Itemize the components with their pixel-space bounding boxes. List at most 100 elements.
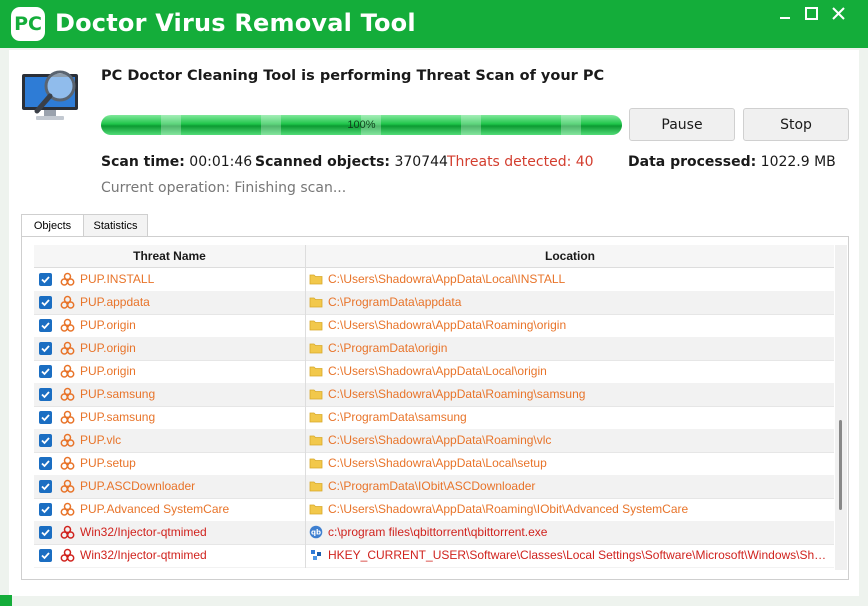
current-operation: Current operation: Finishing scan... [101,180,346,196]
biohazard-icon [60,341,75,356]
vertical-scrollbar[interactable] [835,245,847,570]
threat-location: c:\program files\qbittorrent\qbittorrent… [328,525,548,539]
table-header: Threat Name Location [34,245,834,268]
biohazard-icon [60,318,75,333]
table-row[interactable]: PUP.origin C:\Users\Shadowra\AppData\Roam… [34,314,834,338]
folder-icon [309,318,323,332]
biohazard-icon [60,548,75,563]
row-checkbox[interactable] [39,365,52,378]
column-divider [305,521,306,544]
threat-location: C:\Users\Shadowra\AppData\Local\setup [328,456,547,470]
threat-location: HKEY_CURRENT_USER\Software\Classes\Local… [328,548,828,562]
folder-icon [309,341,323,355]
column-divider [305,268,306,291]
scanned-objects: Scanned objects: 370744 [255,154,448,170]
table-row[interactable]: PUP.samsung C:\ProgramData\samsung [34,406,834,430]
row-checkbox[interactable] [39,296,52,309]
table-row[interactable]: PUP.samsung C:\Users\Shadowra\AppData\Roa… [34,383,834,407]
current-operation-value: Finishing scan... [234,180,347,196]
row-checkbox[interactable] [39,319,52,332]
biohazard-icon [60,364,75,379]
scan-time-value: 00:01:46 [189,154,253,170]
biohazard-icon [60,456,75,471]
minimize-icon[interactable] [776,4,796,24]
table-row[interactable]: PUP.origin C:\ProgramData\origin [34,337,834,361]
column-divider [305,544,306,567]
table-row[interactable]: PUP.setup C:\Users\Shadowra\AppData\Local… [34,452,834,476]
row-checkbox[interactable] [39,457,52,470]
threat-location: C:\Users\Shadowra\AppData\Roaming\samsun… [328,387,586,401]
column-threat-name[interactable]: Threat Name [34,245,305,267]
table-row[interactable]: PUP.origin C:\Users\Shadowra\AppData\Loca… [34,360,834,384]
biohazard-icon [60,295,75,310]
threat-name: PUP.appdata [80,295,150,309]
maximize-icon[interactable] [802,4,822,24]
threat-location: C:\ProgramData\appdata [328,295,462,309]
threat-name: PUP.samsung [80,410,156,424]
biohazard-icon [60,410,75,425]
threat-name: PUP.ASCDownloader [80,479,196,493]
registry-icon [309,548,323,562]
row-checkbox[interactable] [39,411,52,424]
folder-icon [309,364,323,378]
folder-icon [309,456,323,470]
row-checkbox[interactable] [39,342,52,355]
scan-progress-bar: 100% [101,115,622,135]
threat-name: PUP.vlc [80,433,122,447]
row-checkbox[interactable] [39,549,52,562]
scrollbar-thumb[interactable] [839,420,842,510]
biohazard-icon [60,479,75,494]
data-processed-value: 1022.9 MB [760,154,836,170]
column-location[interactable]: Location [306,245,834,267]
table-row[interactable]: PUP.Advanced SystemCare C:\Users\Shadowra… [34,498,834,522]
threat-name: PUP.origin [80,318,136,332]
threat-name: PUP.samsung [80,387,156,401]
threat-name: Win32/Injector-qtmimed [80,525,207,539]
column-divider [305,314,306,337]
row-checkbox[interactable] [39,503,52,516]
table-row[interactable]: PUP.vlc C:\Users\Shadowra\AppData\Roaming… [34,429,834,453]
scan-time-label: Scan time: [101,154,185,170]
biohazard-icon [60,272,75,287]
threat-location: C:\Users\Shadowra\AppData\Roaming\origin [328,318,567,332]
scan-time: Scan time: 00:01:46 [101,154,252,170]
column-divider [305,498,306,521]
row-checkbox[interactable] [39,388,52,401]
threat-name: PUP.origin [80,341,136,355]
pause-button[interactable]: Pause [629,108,735,141]
threats-detected: Threats detected: 40 [447,154,594,170]
table-row[interactable]: Win32/Injector-qtmimed qb c:\program files… [34,521,834,545]
current-operation-label: Current operation: [101,180,230,196]
biohazard-icon [60,387,75,402]
folder-icon [309,433,323,447]
threat-name: PUP.setup [80,456,136,470]
stop-button[interactable]: Stop [743,108,849,141]
table-row[interactable]: Win32/Injector-qtmimed HKEY_CURRENT_USER\… [34,544,834,568]
table-row[interactable]: Win32/Injector-qtmimed HKEY_CURRENT_USER\… [34,567,834,568]
tab-statistics[interactable]: Statistics [83,214,148,238]
column-divider [305,567,306,568]
row-checkbox[interactable] [39,434,52,447]
row-checkbox[interactable] [39,480,52,493]
folder-icon [309,272,323,286]
scanned-objects-value: 370744 [394,154,448,170]
threat-location: C:\ProgramData\IObit\ASCDownloader [328,479,536,493]
column-divider [305,291,306,314]
table-row[interactable]: PUP.INSTALL C:\Users\Shadowra\AppData\Loc… [34,268,834,292]
threat-name: PUP.Advanced SystemCare [80,502,230,516]
column-divider [305,383,306,406]
close-icon[interactable] [829,4,849,24]
column-divider [305,429,306,452]
svg-text:qb: qb [311,529,321,537]
table-rows: PUP.INSTALL C:\Users\Shadowra\AppData\Loc… [34,268,834,568]
row-checkbox[interactable] [39,526,52,539]
folder-icon [309,410,323,424]
table-row[interactable]: PUP.ASCDownloader C:\ProgramData\IObit\AS… [34,475,834,499]
column-divider [305,475,306,498]
column-divider [305,406,306,429]
threats-detected-value: 40 [575,154,594,170]
column-divider [305,360,306,383]
row-checkbox[interactable] [39,273,52,286]
table-row[interactable]: PUP.appdata C:\ProgramData\appdata [34,291,834,315]
biohazard-icon [60,433,75,448]
